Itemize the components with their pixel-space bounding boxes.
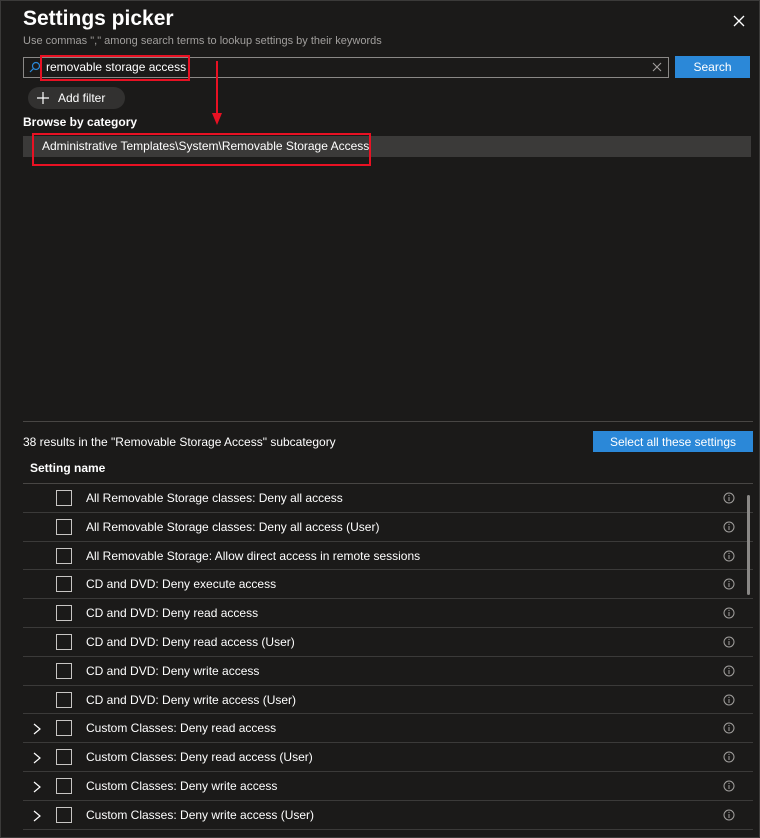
chevron-right-icon[interactable] [33, 781, 41, 793]
search-button[interactable]: Search [675, 56, 750, 78]
info-icon[interactable] [723, 780, 735, 792]
row-label: Custom Classes: Deny read access [86, 721, 277, 736]
row-checkbox[interactable] [56, 605, 72, 622]
row-checkbox[interactable] [56, 633, 72, 650]
select-all-button[interactable]: Select all these settings [593, 431, 753, 452]
table-row[interactable]: Custom Classes: Deny read access (User) [23, 743, 753, 772]
browse-by-category-label: Browse by category [23, 115, 138, 129]
row-label: All Removable Storage: Allow direct acce… [86, 548, 421, 563]
category-item[interactable]: Administrative Templates\System\Removabl… [23, 136, 751, 157]
search-box[interactable] [23, 57, 669, 78]
row-label: CD and DVD: Deny write access (User) [86, 692, 297, 707]
annotation-arrow [212, 61, 222, 125]
settings-picker-panel: Settings picker Use commas "," among sea… [0, 0, 760, 838]
scrollbar[interactable] [747, 495, 750, 595]
page-subtitle: Use commas "," among search terms to loo… [23, 35, 382, 47]
row-label: CD and DVD: Deny read access (User) [86, 634, 295, 649]
info-icon[interactable] [723, 578, 735, 590]
info-icon[interactable] [723, 694, 735, 706]
table-row[interactable]: CD and DVD: Deny read access [23, 599, 753, 628]
row-checkbox[interactable] [56, 490, 72, 506]
info-icon[interactable] [723, 492, 735, 504]
page-title: Settings picker [23, 7, 174, 30]
add-filter-label: Add filter [58, 91, 106, 105]
info-icon[interactable] [723, 521, 735, 533]
row-checkbox[interactable] [56, 691, 72, 708]
row-checkbox[interactable] [56, 576, 72, 593]
chevron-right-icon[interactable] [33, 752, 41, 764]
table-row[interactable]: CD and DVD: Deny write access [23, 657, 753, 686]
info-icon[interactable] [723, 636, 735, 648]
chevron-right-icon[interactable] [33, 810, 41, 822]
section-divider [23, 421, 753, 422]
results-table: All Removable Storage classes: Deny all … [23, 483, 753, 837]
clear-icon[interactable] [652, 62, 662, 72]
row-label: Custom Classes: Deny read access (User) [86, 750, 313, 765]
row-label: CD and DVD: Deny execute access [86, 577, 277, 592]
chevron-right-icon[interactable] [33, 723, 41, 735]
table-row[interactable]: Custom Classes: Deny write access (User) [23, 801, 753, 830]
info-icon[interactable] [723, 809, 735, 821]
table-row[interactable]: All Removable Storage classes: Deny all … [23, 513, 753, 542]
row-checkbox[interactable] [56, 749, 72, 766]
info-icon[interactable] [723, 665, 735, 677]
row-label: All Removable Storage classes: Deny all … [86, 519, 380, 534]
table-row[interactable]: All Removable Storage classes: Deny all … [23, 484, 753, 513]
row-checkbox[interactable] [56, 806, 72, 823]
row-label: Custom Classes: Deny write access [86, 778, 278, 793]
search-input[interactable] [46, 58, 646, 77]
close-button[interactable] [729, 11, 749, 31]
info-icon[interactable] [723, 550, 735, 562]
table-row[interactable]: CD and DVD: Deny write access (User) [23, 686, 753, 715]
row-checkbox[interactable] [56, 547, 72, 564]
search-icon [29, 61, 41, 73]
info-icon[interactable] [723, 607, 735, 619]
row-label: Custom Classes: Deny write access (User) [86, 807, 315, 822]
table-row[interactable]: Custom Classes: Deny write access [23, 772, 753, 801]
column-header-setting-name[interactable]: Setting name [30, 461, 105, 475]
info-icon[interactable] [723, 751, 735, 763]
results-summary: 38 results in the "Removable Storage Acc… [23, 435, 336, 449]
info-icon[interactable] [723, 722, 735, 734]
table-row[interactable]: Custom Classes: Deny read access [23, 714, 753, 744]
row-checkbox[interactable] [56, 720, 72, 737]
table-row[interactable]: All Removable Storage: Allow direct acce… [23, 542, 753, 571]
close-icon [733, 15, 745, 27]
table-row[interactable]: CD and DVD: Deny execute access [23, 570, 753, 600]
row-checkbox[interactable] [56, 777, 72, 794]
add-filter-button[interactable]: Add filter [28, 87, 125, 109]
row-checkbox[interactable] [56, 518, 72, 535]
row-checkbox[interactable] [56, 662, 72, 679]
row-label: All Removable Storage classes: Deny all … [86, 491, 343, 505]
row-label: CD and DVD: Deny write access [86, 663, 260, 678]
table-row[interactable]: CD and DVD: Deny read access (User) [23, 628, 753, 657]
plus-icon [28, 87, 58, 109]
row-label: CD and DVD: Deny read access [86, 606, 259, 621]
